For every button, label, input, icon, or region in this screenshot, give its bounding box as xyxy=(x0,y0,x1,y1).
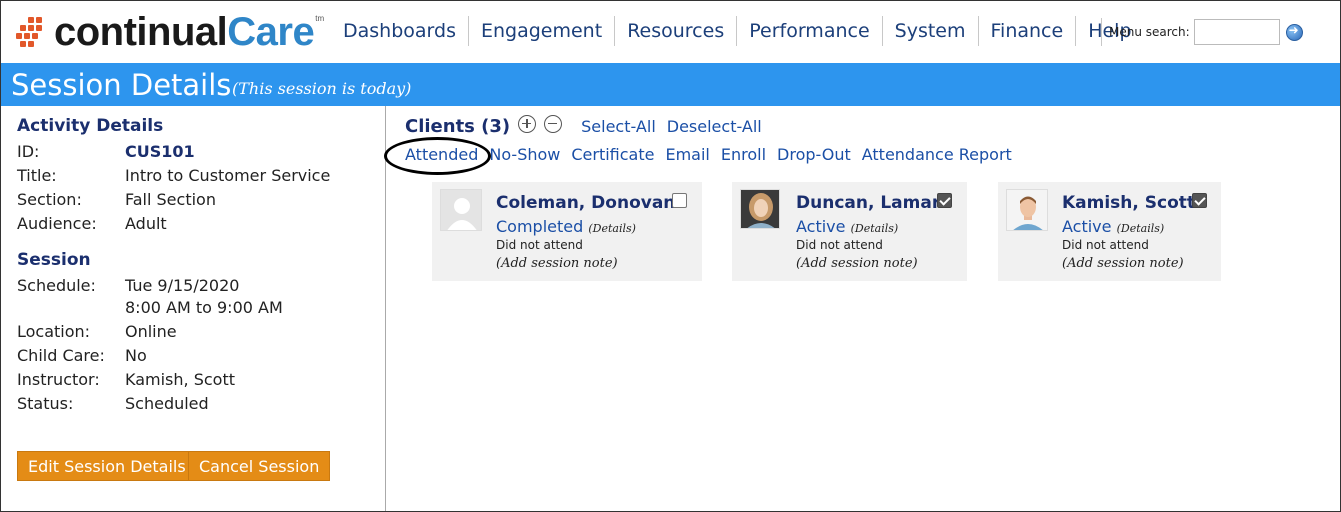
nav-dashboards[interactable]: Dashboards xyxy=(331,16,469,46)
attendance-status: Did not attend xyxy=(1062,238,1149,252)
client-select-checkbox[interactable] xyxy=(937,193,952,208)
main-nav: Dashboards Engagement Resources Performa… xyxy=(331,16,1144,46)
add-session-note-link[interactable]: (Add session note) xyxy=(796,256,918,271)
field-label: Schedule: xyxy=(17,276,96,295)
continualcare-logo[interactable]: continualCare tm xyxy=(16,10,324,54)
top-navigation-bar: continualCare tm Dashboards Engagement Re… xyxy=(0,0,1341,63)
attended-link[interactable]: Attended xyxy=(405,145,478,165)
status-label: Active xyxy=(796,217,846,236)
session-info-panel: Activity Details ID: CUS101 Title: Intro t… xyxy=(1,106,386,511)
attendance-status: Did not attend xyxy=(796,238,883,252)
logo-grid-icon xyxy=(16,17,46,47)
activity-id-value: CUS101 xyxy=(125,142,195,161)
field-label: Title: xyxy=(17,166,57,185)
schedule-time: 8:00 AM to 9:00 AM xyxy=(125,298,283,317)
go-arrow-icon[interactable] xyxy=(1285,23,1303,41)
session-field-child-care: Child Care: No xyxy=(17,344,147,368)
menu-search: Menu search: xyxy=(1101,18,1303,46)
session-field-status: Status: Scheduled xyxy=(17,392,209,416)
client-cartoon-avatar xyxy=(1006,189,1048,231)
client-card-kamish: Kamish, Scott Active (Details) Did not a… xyxy=(998,182,1221,281)
field-value: No xyxy=(125,346,147,365)
nav-performance[interactable]: Performance xyxy=(737,16,883,46)
activity-details-heading: Activity Details xyxy=(17,116,164,136)
page-title-band: Session Details (This session is today) xyxy=(1,63,1340,106)
details-link[interactable]: (Details) xyxy=(1117,222,1165,235)
session-field-schedule: Schedule: Tue 9/15/2020 xyxy=(17,274,239,298)
schedule-date: Tue 9/15/2020 xyxy=(125,276,240,295)
select-all-link[interactable]: Select-All xyxy=(581,117,656,136)
attendance-report-link[interactable]: Attendance Report xyxy=(862,145,1012,165)
field-label: Child Care: xyxy=(17,346,105,365)
client-photo-avatar xyxy=(740,189,780,229)
field-value: Kamish, Scott xyxy=(125,370,235,389)
logo-wordmark: continualCare xyxy=(54,10,315,54)
field-label: ID: xyxy=(17,142,40,161)
details-link[interactable]: (Details) xyxy=(588,222,636,235)
attendance-status: Did not attend xyxy=(496,238,583,252)
session-field-schedule-time: 8:00 AM to 9:00 AM xyxy=(17,296,283,320)
nav-system[interactable]: System xyxy=(883,16,979,46)
placeholder-avatar-icon xyxy=(440,189,482,231)
client-select-checkbox[interactable] xyxy=(672,193,687,208)
field-value: Scheduled xyxy=(125,394,209,413)
session-field-location: Location: Online xyxy=(17,320,177,344)
field-label: Instructor: xyxy=(17,370,100,389)
deselect-all-link[interactable]: Deselect-All xyxy=(667,117,762,136)
field-value: Fall Section xyxy=(125,190,216,209)
client-name[interactable]: Coleman, Donovan xyxy=(496,193,675,213)
field-label: Location: xyxy=(17,322,91,341)
status-label: Completed xyxy=(496,217,584,236)
client-card-duncan: Duncan, Lamar Active (Details) Did not a… xyxy=(732,182,967,281)
cancel-session-button[interactable]: Cancel Session xyxy=(188,451,331,481)
field-value: Intro to Customer Service xyxy=(125,166,331,185)
nav-engagement[interactable]: Engagement xyxy=(469,16,616,46)
page-subtitle: (This session is today) xyxy=(232,79,412,98)
add-session-note-link[interactable]: (Add session note) xyxy=(496,256,618,271)
field-value: Online xyxy=(125,322,177,341)
details-link[interactable]: (Details) xyxy=(851,222,899,235)
field-value: Adult xyxy=(125,214,167,233)
client-card-coleman: Coleman, Donovan Completed (Details) Did… xyxy=(432,182,702,281)
activity-field-id: ID: CUS101 xyxy=(17,140,195,164)
logo-trademark: tm xyxy=(315,13,325,23)
client-status: Active (Details) xyxy=(1062,217,1164,236)
activity-field-section: Section: Fall Section xyxy=(17,188,216,212)
page-title: Session Details xyxy=(11,68,232,102)
status-label: Active xyxy=(1062,217,1112,236)
logo-word-continual: continual xyxy=(54,10,228,54)
certificate-link[interactable]: Certificate xyxy=(571,145,654,165)
activity-field-title: Title: Intro to Customer Service xyxy=(17,164,330,188)
enroll-link[interactable]: Enroll xyxy=(721,145,766,165)
client-name[interactable]: Duncan, Lamar xyxy=(796,193,940,213)
minus-circle-icon[interactable] xyxy=(544,114,563,133)
client-status: Active (Details) xyxy=(796,217,898,236)
field-label: Audience: xyxy=(17,214,97,233)
clients-title: Clients (3) xyxy=(405,116,511,137)
menu-search-input[interactable] xyxy=(1193,19,1280,45)
nav-finance[interactable]: Finance xyxy=(979,16,1077,46)
field-label: Section: xyxy=(17,190,82,209)
selection-links: Select-All Deselect-All xyxy=(581,117,773,136)
logo-word-care: Care xyxy=(227,10,315,54)
plus-circle-icon[interactable] xyxy=(518,114,537,133)
client-status: Completed (Details) xyxy=(496,217,636,236)
email-link[interactable]: Email xyxy=(665,145,709,165)
activity-field-audience: Audience: Adult xyxy=(17,212,167,236)
session-field-instructor: Instructor: Kamish, Scott xyxy=(17,368,235,392)
client-actions-bar: Attended No-Show Certificate Email Enrol… xyxy=(405,145,1023,165)
drop-out-link[interactable]: Drop-Out xyxy=(777,145,851,165)
field-label: Status: xyxy=(17,394,74,413)
client-select-checkbox[interactable] xyxy=(1192,193,1207,208)
menu-search-label: Menu search: xyxy=(1109,25,1190,39)
client-name[interactable]: Kamish, Scott xyxy=(1062,193,1195,213)
edit-session-details-button[interactable]: Edit Session Details xyxy=(17,451,197,481)
add-session-note-link[interactable]: (Add session note) xyxy=(1062,256,1184,271)
session-heading: Session xyxy=(17,250,91,270)
clients-header: Clients (3) Select-All Deselect-All xyxy=(405,114,773,137)
nav-resources[interactable]: Resources xyxy=(615,16,738,46)
no-show-link[interactable]: No-Show xyxy=(489,145,560,165)
